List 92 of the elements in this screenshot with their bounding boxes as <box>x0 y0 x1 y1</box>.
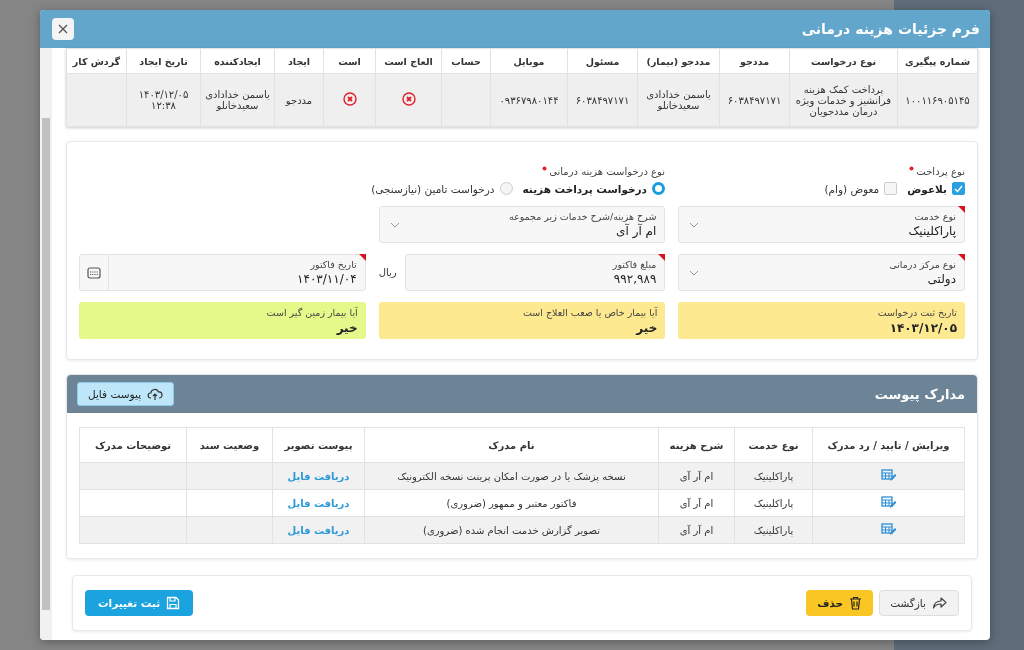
table-cell: نسخه پزشک یا در صورت امکان پرینت نسخه الکترونیک <box>364 462 659 490</box>
column-header: حساب <box>441 48 491 74</box>
table-cell: فاکتور معتبر و ممهور (ضروری) <box>364 489 659 517</box>
dialog-title: فرم جزئیات هزینه درمانی <box>801 21 980 37</box>
cloud-upload-icon <box>147 387 164 401</box>
table-cell: ام آر آی <box>658 489 735 517</box>
chevron-down-icon <box>389 221 400 228</box>
scrollbar-thumb[interactable] <box>42 118 50 610</box>
column-header: ایجادکننده <box>200 48 275 74</box>
select-field[interactable]: نوع خدمت پاراکلینیک <box>678 206 965 243</box>
edit-table-icon[interactable] <box>881 495 896 509</box>
column-header: نوع درخواست <box>789 48 898 74</box>
edit-table-icon[interactable] <box>881 468 896 482</box>
chevron-down-icon <box>689 269 700 276</box>
column-header: مددجو (بیمار) <box>637 48 720 74</box>
field-value: پاراکلینیک <box>908 224 956 238</box>
table-cell: پاراکلینیک <box>734 462 813 490</box>
calendar-icon <box>87 266 101 279</box>
field-label: آیا بیمار خاص یا صعب العلاج است <box>522 306 658 318</box>
column-header: پیوست تصویر <box>272 427 365 463</box>
table-cell: ۱۰۰۱۱۶۹۰۵۱۴۵ <box>897 73 978 127</box>
column-header: تاریخ ایجاد <box>126 48 201 74</box>
field-value: ام آر آی <box>616 224 657 238</box>
field-value: خیر <box>636 320 658 335</box>
section-title: مدارک پیوست <box>874 386 965 402</box>
field-value: ۱۴۰۳/۱۲/۰۵ <box>889 320 957 335</box>
column-header: ایجاد <box>274 48 324 74</box>
share-arrow-icon <box>932 597 948 609</box>
table-cell: ۰۹۳۶۷۹۸۰۱۴۴ <box>490 73 568 127</box>
column-header: ویرایش / تایید / رد مدرک <box>812 427 965 463</box>
field-label: نوع خدمت <box>914 211 956 222</box>
column-header: نوع خدمت <box>734 427 813 463</box>
trash-icon <box>849 596 863 610</box>
date-field[interactable]: تاریخ فاکتور ۱۴۰۳/۱۱/۰۴ <box>79 254 366 291</box>
radio-button[interactable] <box>652 182 665 195</box>
checkbox-option[interactable]: بلاعوض <box>907 182 965 195</box>
upload-button[interactable]: پیوست فایل <box>77 382 175 406</box>
field-label: تاریخ ثبت درخواست <box>877 306 957 318</box>
table-cell: یاسمن خدادادی سعیدخانلو <box>637 73 720 127</box>
column-header: است <box>323 48 376 74</box>
field-label: نوع درخواست هزینه درمانی <box>371 166 665 177</box>
table-cell: ۱۴۰۳/۱۲/۰۵ ۱۲:۳۸ <box>126 73 201 127</box>
field-label: تاریخ فاکتور <box>310 259 357 270</box>
table-cell: پاراکلینیک <box>734 516 813 544</box>
field-value: خیر <box>336 320 358 335</box>
select-field[interactable]: شرح هزینه/شرح خدمات زیر مجموعه ام آر آی <box>378 206 666 243</box>
column-header: توضیحات مدرک <box>79 427 187 463</box>
close-icon <box>57 23 69 35</box>
radio-option[interactable]: درخواست پرداخت هزینه <box>522 182 665 195</box>
cross-circle-icon <box>401 92 416 106</box>
table-cell: ام آر آی <box>658 462 735 490</box>
radio-button[interactable] <box>499 182 513 195</box>
table-cell: ام آر آی <box>658 516 735 544</box>
column-header: مسئول <box>567 48 638 74</box>
table-cell: پاراکلینیک <box>734 489 813 517</box>
table-cell: ۶۰۳۸۴۹۷۱۷۱ <box>719 73 790 127</box>
column-header: شماره پیگیری <box>897 48 978 74</box>
column-header: مددجو <box>719 48 790 74</box>
currency-label: ریال <box>378 267 397 278</box>
chevron-down-icon <box>689 221 700 228</box>
field-label: نوع پرداخت <box>665 166 965 177</box>
close-button[interactable] <box>52 18 74 40</box>
back-button[interactable]: بازگشت <box>879 590 959 616</box>
cross-circle-icon <box>342 92 357 106</box>
field-label: شرح هزینه/شرح خدمات زیر مجموعه <box>508 211 657 222</box>
table-cell: تصویر گزارش خدمت انجام شده (ضروری) <box>364 516 659 544</box>
table-cell: ۶۰۳۸۴۹۷۱۷۱ <box>567 73 638 127</box>
table-cell: مددجو <box>274 73 324 127</box>
edit-table-icon[interactable] <box>881 522 896 536</box>
field-label: مبلغ فاکتور <box>612 259 657 270</box>
scrollbar[interactable] <box>40 48 52 640</box>
checkbox-option[interactable]: معوض (وام) <box>824 182 898 195</box>
field-label: نوع مرکز درمانی <box>889 259 956 270</box>
column-header: نام مدرک <box>364 427 659 463</box>
field-label: آیا بیمار زمین گیر است <box>266 306 358 318</box>
column-header: وضعیت سند <box>186 427 273 463</box>
radio-option[interactable]: درخواست تامین (نیازسنجی) <box>371 182 513 195</box>
table-cell: پرداخت کمک هزینه فرانشیز و خدمات ویژه درمان مددجویان <box>789 73 898 127</box>
amount-field[interactable]: مبلغ فاکتور ۹۹۲,۹۸۹ <box>404 254 666 291</box>
save-icon <box>166 596 181 610</box>
column-header: موبایل <box>490 48 568 74</box>
column-header: العاج است <box>375 48 442 74</box>
select-field[interactable]: نوع مرکز درمانی دولتی <box>678 254 965 291</box>
field-value: ۱۴۰۳/۱۱/۰۴ <box>297 272 357 286</box>
checkbox[interactable] <box>952 182 965 195</box>
checkbox[interactable] <box>884 182 898 195</box>
delete-button[interactable]: حذف <box>806 590 874 616</box>
field-value: ۹۹۲,۹۸۹ <box>613 272 657 286</box>
column-header: گردش کار <box>66 48 127 74</box>
column-header: شرح هزینه <box>658 427 735 463</box>
field-value: دولتی <box>927 272 956 286</box>
table-cell: یاسمن خدادادی سعیدخانلو <box>200 73 275 127</box>
